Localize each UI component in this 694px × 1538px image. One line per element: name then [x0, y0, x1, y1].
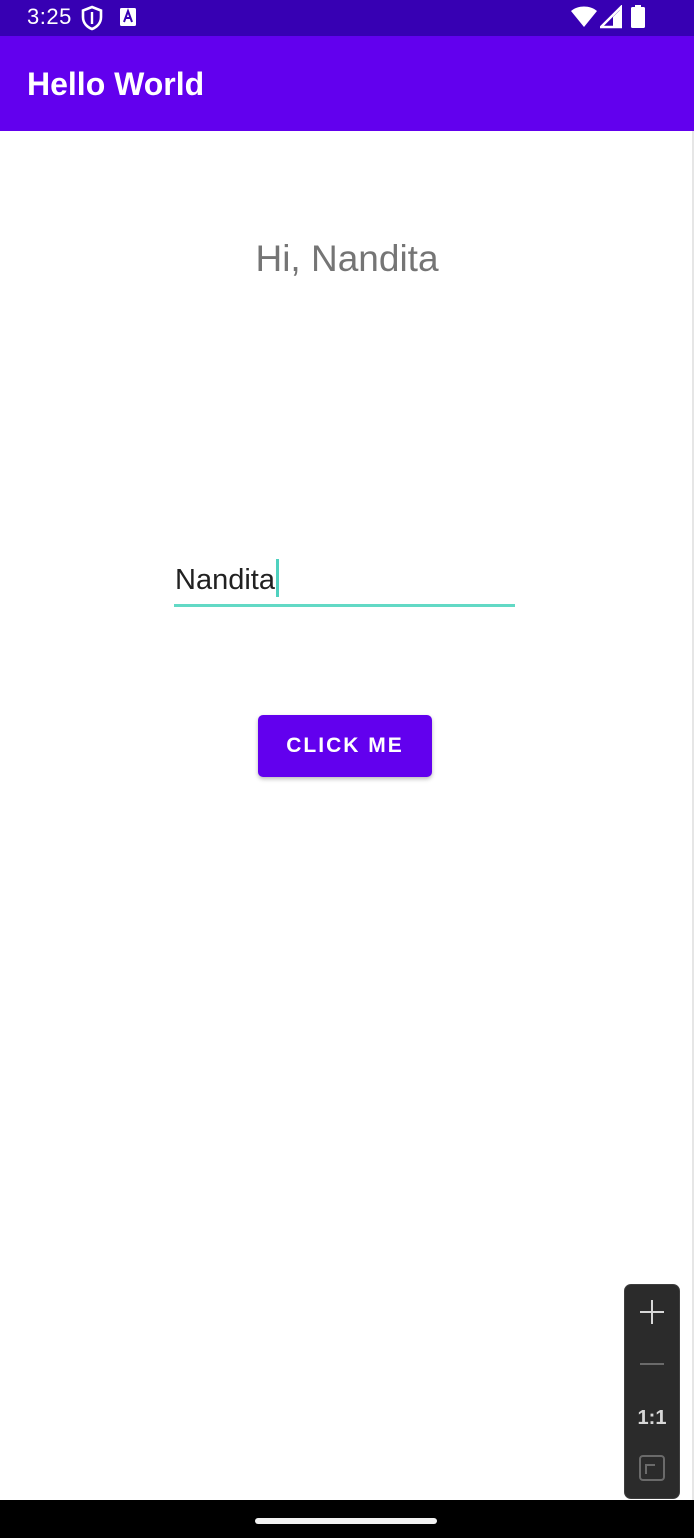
zoom-controls: 1:1 [624, 1284, 680, 1499]
app-title: Hello World [27, 66, 205, 102]
zoom-in-button[interactable] [625, 1288, 679, 1340]
actual-size-button[interactable]: 1:1 [625, 1392, 679, 1444]
navigation-bar [0, 1500, 694, 1538]
cell-signal-icon [598, 4, 623, 34]
zoom-out-button[interactable] [625, 1340, 679, 1392]
status-time: 3:25 [27, 4, 72, 29]
minus-icon [638, 1350, 666, 1383]
fit-screen-icon [638, 1454, 666, 1487]
name-input[interactable]: Nandita [174, 555, 515, 607]
shield-icon [81, 5, 103, 36]
status-bar: 3:25 [0, 0, 694, 36]
greeting-text: Hi, Nandita [255, 238, 439, 279]
wifi-icon [570, 5, 598, 34]
name-input-underline [174, 604, 515, 607]
actual-size-label: 1:1 [637, 1406, 667, 1429]
click-me-button[interactable]: CLICK ME [258, 715, 432, 777]
app-bar: Hello World [0, 36, 694, 131]
fit-screen-button[interactable] [625, 1444, 679, 1496]
app-screen: 3:25 Hello World Hi, Nandita Nandita CLI… [0, 0, 694, 1538]
plus-icon [638, 1298, 666, 1331]
name-input-value[interactable]: Nandita [175, 559, 279, 598]
name-input-text: Nandita [175, 564, 275, 596]
text-cursor [275, 559, 279, 597]
home-gesture-handle[interactable] [255, 1518, 437, 1524]
battery-icon [630, 5, 646, 34]
keyboard-a-icon [119, 7, 137, 32]
